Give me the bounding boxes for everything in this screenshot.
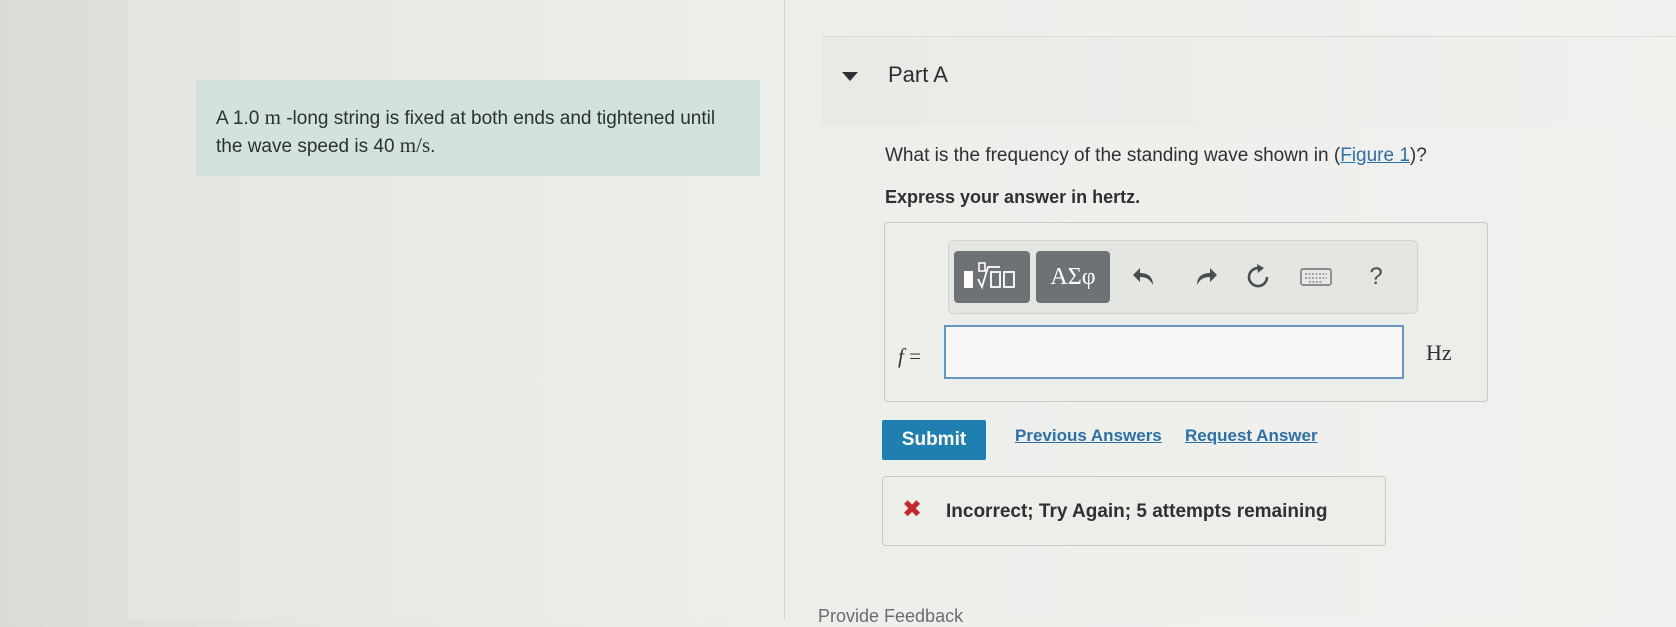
question-prefix: What is the frequency of the standing wa… bbox=[885, 145, 1341, 166]
feedback-message: Incorrect; Try Again; 5 attempts remaini… bbox=[946, 501, 1328, 522]
part-header bbox=[822, 36, 1676, 126]
provide-feedback-link[interactable]: Provide Feedback bbox=[818, 606, 963, 627]
figure-link[interactable]: Figure 1 bbox=[1340, 145, 1410, 166]
templates-icon bbox=[964, 262, 1015, 290]
problem-text-part: . bbox=[430, 136, 436, 157]
templates-button[interactable] bbox=[954, 251, 1030, 303]
submit-button[interactable]: Submit bbox=[882, 420, 986, 460]
problem-statement: A 1.0 m -long string is fixed at both en… bbox=[216, 104, 736, 160]
part-title[interactable]: Part A bbox=[888, 62, 948, 88]
part-divider bbox=[822, 36, 1676, 37]
collapse-caret-icon[interactable] bbox=[842, 72, 858, 81]
request-answer-link[interactable]: Request Answer bbox=[1185, 426, 1318, 446]
problem-text-part: -long string is fixed at both ends and t… bbox=[216, 108, 716, 157]
question-suffix: )? bbox=[1409, 145, 1427, 166]
greek-symbols-button[interactable]: ΑΣφ bbox=[1036, 251, 1110, 303]
undo-icon[interactable] bbox=[1128, 262, 1162, 292]
answer-variable-label: f = bbox=[898, 344, 921, 369]
unit-label: Hz bbox=[1426, 340, 1452, 365]
answer-instruction: Express your answer in hertz. bbox=[885, 187, 1141, 207]
problem-text-part: A 1.0 bbox=[216, 108, 265, 129]
math-unit: m/s bbox=[399, 133, 431, 157]
help-button[interactable]: ? bbox=[1364, 262, 1388, 292]
previous-answers-link[interactable]: Previous Answers bbox=[1015, 426, 1162, 446]
incorrect-x-icon: ✖ bbox=[902, 496, 923, 523]
reset-icon[interactable] bbox=[1240, 262, 1276, 292]
answer-input[interactable] bbox=[944, 325, 1404, 379]
redo-icon[interactable] bbox=[1188, 262, 1222, 292]
keyboard-icon[interactable] bbox=[1296, 262, 1336, 292]
column-divider bbox=[784, 0, 785, 619]
equals-sign: = bbox=[903, 344, 921, 368]
question-text: What is the frequency of the standing wa… bbox=[885, 145, 1427, 167]
math-unit: m bbox=[264, 105, 281, 129]
